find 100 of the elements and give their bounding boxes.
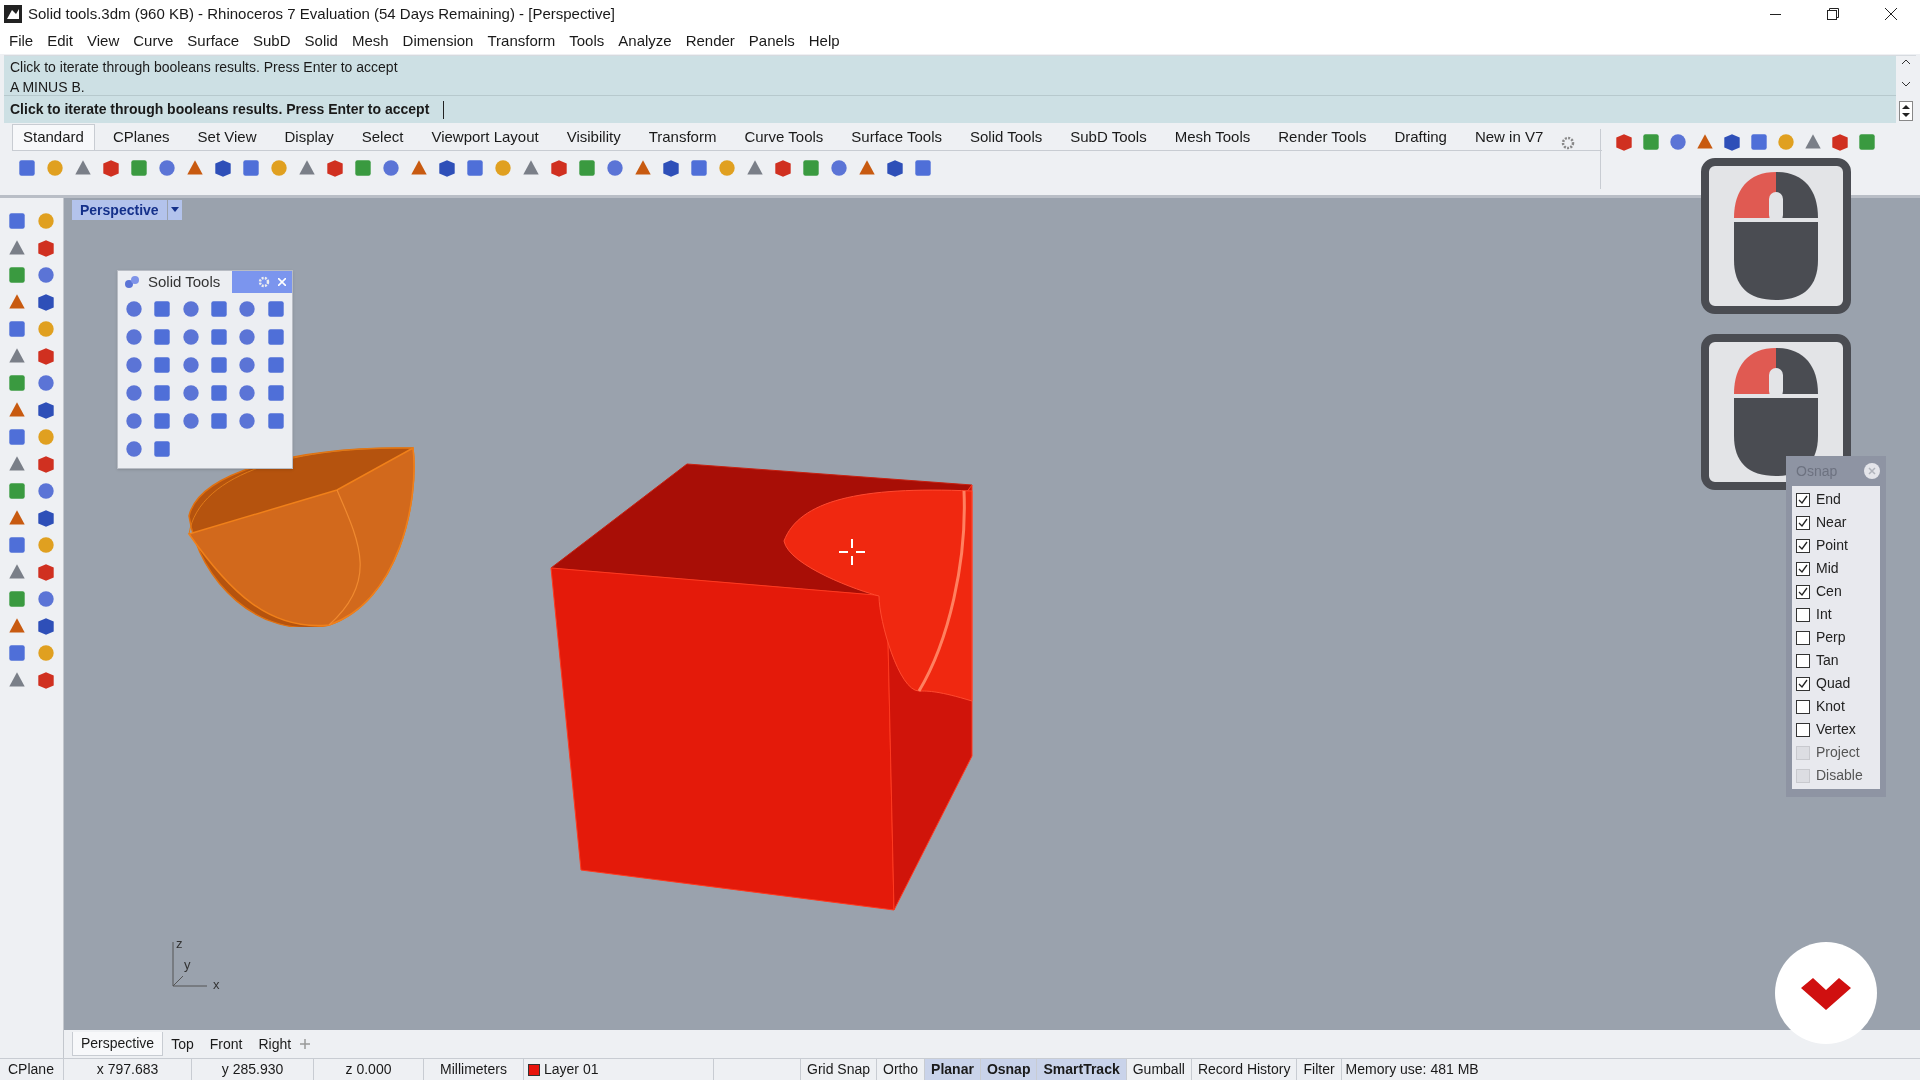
- menu-item[interactable]: Analyze: [611, 29, 679, 53]
- checkbox[interactable]: [1796, 676, 1810, 691]
- tool-icon[interactable]: [123, 298, 145, 320]
- layer-name[interactable]: Layer 01: [544, 1059, 599, 1080]
- tool-icon[interactable]: [123, 438, 145, 460]
- menu-item[interactable]: Curve: [126, 29, 181, 53]
- tool-icon[interactable]: [208, 354, 230, 376]
- toolbar-tab[interactable]: Set View: [187, 124, 267, 150]
- checkbox[interactable]: [1796, 538, 1810, 553]
- viewport-tab[interactable]: Right: [250, 1032, 300, 1056]
- checkbox-label[interactable]: Tan: [1816, 650, 1839, 671]
- menu-item[interactable]: Transform: [480, 29, 563, 53]
- checkbox[interactable]: [1796, 492, 1810, 507]
- checkbox[interactable]: [1796, 653, 1810, 668]
- menu-item[interactable]: Surface: [180, 29, 246, 53]
- tool-icon[interactable]: [828, 157, 850, 179]
- tool-icon[interactable]: [576, 157, 598, 179]
- checkbox-label[interactable]: Near: [1816, 512, 1847, 533]
- tool-icon[interactable]: [240, 157, 262, 179]
- scroll-up-icon[interactable]: [1901, 58, 1911, 66]
- checkbox[interactable]: [1796, 699, 1810, 714]
- close-icon[interactable]: [278, 278, 286, 286]
- tool-icon[interactable]: [208, 382, 230, 404]
- status-toggle[interactable]: Record History: [1190, 1058, 1297, 1080]
- tool-icon[interactable]: [123, 410, 145, 432]
- status-toggle[interactable]: Gumball: [1125, 1058, 1191, 1080]
- tool-icon[interactable]: [6, 264, 28, 286]
- toolbar-tab[interactable]: Curve Tools: [734, 124, 834, 150]
- close-icon[interactable]: [1864, 463, 1880, 479]
- checkbox-label[interactable]: Perp: [1816, 627, 1846, 648]
- tool-icon[interactable]: [208, 326, 230, 348]
- menu-item[interactable]: Help: [801, 29, 847, 53]
- toolbar-tab[interactable]: Viewport Layout: [421, 124, 549, 150]
- menu-item[interactable]: Dimension: [395, 29, 481, 53]
- tool-icon[interactable]: [380, 157, 402, 179]
- viewport-title[interactable]: Perspective: [72, 200, 167, 220]
- tool-icon[interactable]: [464, 157, 486, 179]
- checkbox[interactable]: [1796, 607, 1810, 622]
- checkbox[interactable]: [1796, 722, 1810, 737]
- toolbar-tab[interactable]: New in V7: [1464, 124, 1554, 150]
- viewport-tab[interactable]: Front: [201, 1032, 251, 1056]
- tool-icon[interactable]: [16, 157, 38, 179]
- checkbox-label[interactable]: End: [1816, 489, 1841, 510]
- toolbar-tab[interactable]: Render Tools: [1268, 124, 1377, 150]
- toolbar-tab[interactable]: Solid Tools: [959, 124, 1053, 150]
- tool-icon[interactable]: [6, 210, 28, 232]
- checkbox-label[interactable]: Int: [1816, 604, 1832, 625]
- checkbox-label[interactable]: Mid: [1816, 558, 1839, 579]
- menu-item[interactable]: Render: [678, 29, 742, 53]
- checkbox[interactable]: [1796, 561, 1810, 576]
- tool-icon[interactable]: [6, 480, 28, 502]
- checkbox[interactable]: [1796, 584, 1810, 599]
- tool-icon[interactable]: [800, 157, 822, 179]
- spin-arrows-icon[interactable]: [1899, 101, 1913, 121]
- toolbar-tab[interactable]: CPlanes: [102, 124, 180, 150]
- tool-icon[interactable]: [1856, 131, 1878, 153]
- tool-icon[interactable]: [688, 157, 710, 179]
- tool-icon[interactable]: [208, 298, 230, 320]
- tool-icon[interactable]: [123, 354, 145, 376]
- status-toggle[interactable]: Filter: [1296, 1058, 1341, 1080]
- menu-item[interactable]: Panels: [741, 29, 802, 53]
- menu-item[interactable]: Tools: [562, 29, 612, 53]
- viewport-tab[interactable]: Top: [163, 1032, 202, 1056]
- scroll-down-icon[interactable]: [1901, 79, 1911, 88]
- checkbox-label[interactable]: Cen: [1816, 581, 1842, 602]
- tool-icon[interactable]: [912, 157, 934, 179]
- toolbar-tab[interactable]: Standard: [12, 124, 95, 150]
- tool-icon[interactable]: [123, 326, 145, 348]
- status-toggle[interactable]: Grid Snap: [800, 1058, 877, 1080]
- toolbar-tab[interactable]: Mesh Tools: [1164, 124, 1261, 150]
- checkbox-label[interactable]: Vertex: [1816, 719, 1856, 740]
- toolbar-tab[interactable]: Display: [274, 124, 344, 150]
- viewport-tab[interactable]: Perspective: [72, 1032, 164, 1056]
- tool-icon[interactable]: [1748, 131, 1770, 153]
- menu-item[interactable]: Solid: [297, 29, 345, 53]
- tool-icon[interactable]: [6, 588, 28, 610]
- toolbar-tab[interactable]: Visibility: [556, 124, 631, 150]
- tool-icon[interactable]: [123, 382, 145, 404]
- menu-item[interactable]: File: [2, 29, 41, 53]
- checkbox[interactable]: [1796, 630, 1810, 645]
- status-toggle[interactable]: Osnap: [979, 1058, 1037, 1080]
- tool-icon[interactable]: [208, 410, 230, 432]
- tool-icon[interactable]: [6, 318, 28, 340]
- checkbox-label[interactable]: Knot: [1816, 696, 1845, 717]
- checkbox[interactable]: [1796, 515, 1810, 530]
- toolbar-tab[interactable]: Select: [351, 124, 414, 150]
- checkbox-label[interactable]: Point: [1816, 535, 1848, 556]
- tool-icon[interactable]: [156, 157, 178, 179]
- toolbar-tab[interactable]: Drafting: [1384, 124, 1457, 150]
- tool-icon[interactable]: [6, 642, 28, 664]
- toolbar-tab[interactable]: Transform: [638, 124, 727, 150]
- toolbar-tab[interactable]: SubD Tools: [1060, 124, 1157, 150]
- menu-item[interactable]: Edit: [40, 29, 81, 53]
- menu-item[interactable]: SubD: [246, 29, 298, 53]
- toolbar-tab[interactable]: Surface Tools: [841, 124, 952, 150]
- add-icon[interactable]: [299, 1038, 312, 1050]
- checkbox-label[interactable]: Quad: [1816, 673, 1851, 694]
- tool-icon[interactable]: [128, 157, 150, 179]
- menu-item[interactable]: Mesh: [344, 29, 396, 53]
- tool-icon[interactable]: [6, 372, 28, 394]
